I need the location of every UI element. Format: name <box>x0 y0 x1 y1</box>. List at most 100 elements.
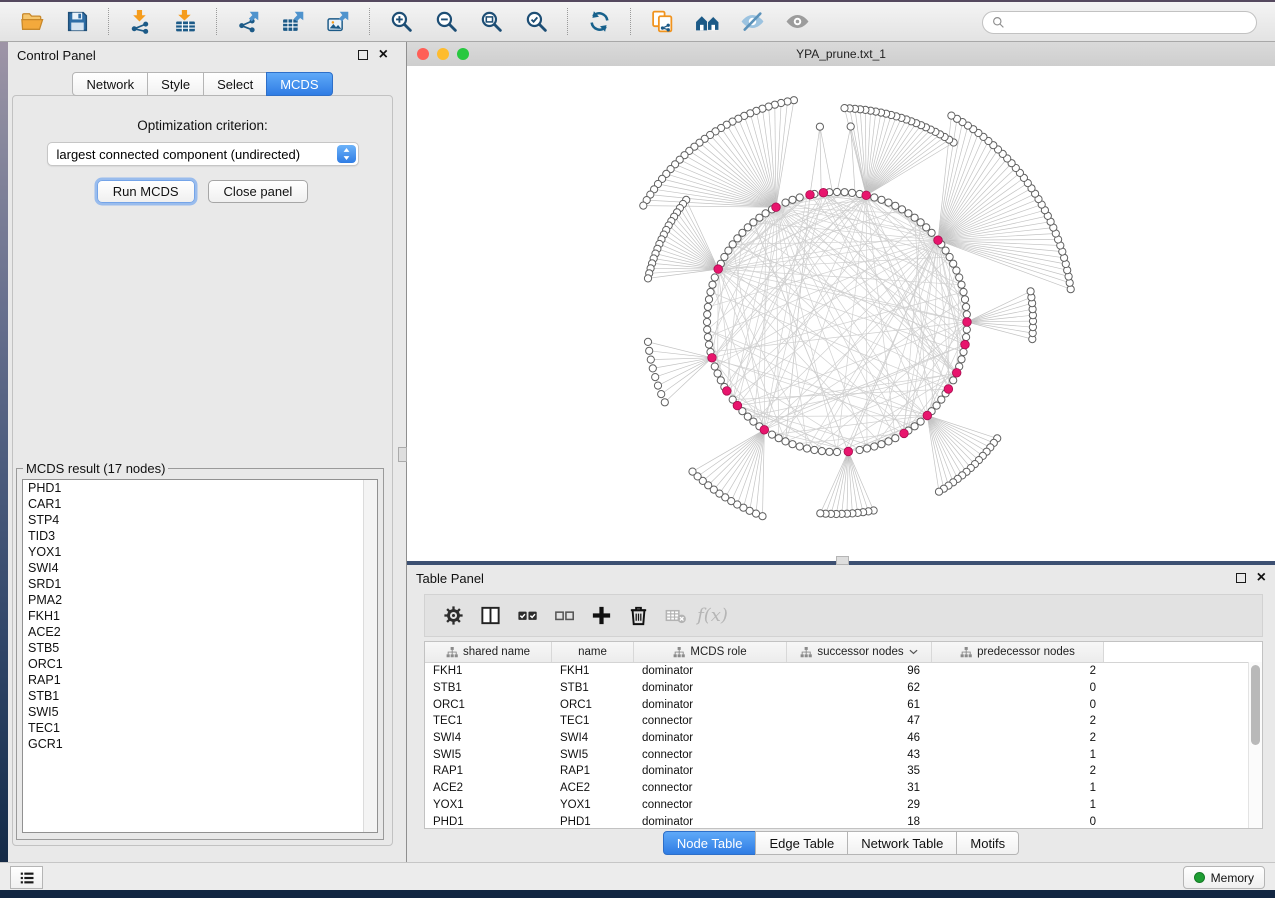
cell-successor-nodes[interactable]: 18 <box>787 816 932 828</box>
table-row[interactable]: STB1STB1dominator620 <box>425 680 1262 697</box>
cell-shared-name[interactable]: SWI4 <box>425 732 552 744</box>
cell-name[interactable]: ORC1 <box>552 699 634 711</box>
zoom-out-icon[interactable] <box>433 8 460 35</box>
delete-column-icon[interactable] <box>620 600 657 632</box>
select-all-checkbox-icon[interactable] <box>509 600 546 632</box>
column-header-name[interactable]: name <box>552 642 634 662</box>
column-header-shared-name[interactable]: shared name <box>425 642 552 662</box>
window-close-button[interactable] <box>417 48 429 60</box>
table-row[interactable]: RAP1RAP1dominator352 <box>425 763 1262 780</box>
search-field[interactable] <box>982 11 1257 34</box>
mcds-result-node[interactable]: STB5 <box>23 640 377 656</box>
tab-network-table[interactable]: Network Table <box>847 831 957 855</box>
cell-predecessor-nodes[interactable]: 2 <box>932 732 1104 744</box>
cell-name[interactable]: YOX1 <box>552 799 634 811</box>
cell-successor-nodes[interactable]: 29 <box>787 799 932 811</box>
column-header-successor-nodes[interactable]: successor nodes <box>787 642 932 662</box>
tab-style[interactable]: Style <box>147 72 204 96</box>
table-row[interactable]: ORC1ORC1dominator610 <box>425 696 1262 713</box>
cell-successor-nodes[interactable]: 31 <box>787 782 932 794</box>
cell-predecessor-nodes[interactable]: 0 <box>932 699 1104 711</box>
create-column-icon[interactable] <box>583 600 620 632</box>
mcds-result-node[interactable]: YOX1 <box>23 544 377 560</box>
cell-predecessor-nodes[interactable]: 1 <box>932 749 1104 761</box>
save-icon[interactable] <box>64 8 91 35</box>
table-row[interactable]: YOX1YOX1connector291 <box>425 797 1262 814</box>
mcds-result-node[interactable]: ORC1 <box>23 656 377 672</box>
cell-name[interactable]: SWI4 <box>552 732 634 744</box>
memory-button[interactable]: Memory <box>1183 866 1265 889</box>
network-graph[interactable] <box>407 66 1275 561</box>
cell-successor-nodes[interactable]: 46 <box>787 732 932 744</box>
duplicate-network-icon[interactable] <box>649 8 676 35</box>
cell-shared-name[interactable]: STB1 <box>425 682 552 694</box>
cell-predecessor-nodes[interactable]: 2 <box>932 665 1104 677</box>
cell-successor-nodes[interactable]: 61 <box>787 699 932 711</box>
cell-successor-nodes[interactable]: 47 <box>787 715 932 727</box>
tab-select[interactable]: Select <box>203 72 267 96</box>
cell-shared-name[interactable]: YOX1 <box>425 799 552 811</box>
network-canvas[interactable] <box>407 66 1275 561</box>
cell-predecessor-nodes[interactable]: 1 <box>932 799 1104 811</box>
cell-predecessor-nodes[interactable]: 0 <box>932 816 1104 828</box>
export-network-icon[interactable] <box>235 8 262 35</box>
mcds-result-node[interactable]: SWI5 <box>23 704 377 720</box>
mcds-result-node[interactable]: ACE2 <box>23 624 377 640</box>
mcds-result-node[interactable]: STP4 <box>23 512 377 528</box>
table-scrollbar-thumb[interactable] <box>1251 665 1260 745</box>
show-all-icon[interactable] <box>784 8 811 35</box>
cell-shared-name[interactable]: TEC1 <box>425 715 552 727</box>
task-history-button[interactable] <box>10 866 43 889</box>
search-input[interactable] <box>1011 15 1247 31</box>
mcds-result-node[interactable]: STB1 <box>23 688 377 704</box>
cell-shared-name[interactable]: RAP1 <box>425 765 552 777</box>
zoom-selected-icon[interactable] <box>523 8 550 35</box>
cell-successor-nodes[interactable]: 62 <box>787 682 932 694</box>
cell-MCDS-role[interactable]: connector <box>634 799 787 811</box>
table-scrollbar[interactable] <box>1248 662 1262 828</box>
cell-MCDS-role[interactable]: dominator <box>634 816 787 828</box>
cell-name[interactable]: FKH1 <box>552 665 634 677</box>
mcds-result-node[interactable]: TID3 <box>23 528 377 544</box>
table-row[interactable]: ACE2ACE2connector311 <box>425 780 1262 797</box>
column-header-predecessor-nodes[interactable]: predecessor nodes <box>932 642 1104 662</box>
first-neighbors-icon[interactable] <box>694 8 721 35</box>
table-row[interactable]: TEC1TEC1connector472 <box>425 713 1262 730</box>
mcds-result-node[interactable]: TEC1 <box>23 720 377 736</box>
table-row[interactable]: FKH1FKH1dominator962 <box>425 663 1262 680</box>
cell-successor-nodes[interactable]: 96 <box>787 665 932 677</box>
cell-successor-nodes[interactable]: 43 <box>787 749 932 761</box>
zoom-in-icon[interactable] <box>388 8 415 35</box>
cell-name[interactable]: PHD1 <box>552 816 634 828</box>
cell-name[interactable]: ACE2 <box>552 782 634 794</box>
tab-mcds[interactable]: MCDS <box>266 72 332 96</box>
cell-MCDS-role[interactable]: dominator <box>634 699 787 711</box>
cell-MCDS-role[interactable]: dominator <box>634 765 787 777</box>
hide-selected-icon[interactable] <box>739 8 766 35</box>
cell-MCDS-role[interactable]: connector <box>634 749 787 761</box>
open-folder-icon[interactable] <box>19 8 46 35</box>
import-table-icon[interactable] <box>172 8 199 35</box>
run-mcds-button[interactable]: Run MCDS <box>97 180 195 203</box>
export-table-icon[interactable] <box>280 8 307 35</box>
vertical-splitter-grip[interactable] <box>398 447 407 462</box>
mcds-result-node[interactable]: PMA2 <box>23 592 377 608</box>
tab-motifs[interactable]: Motifs <box>956 831 1019 855</box>
cell-name[interactable]: TEC1 <box>552 715 634 727</box>
close-panel-icon[interactable]: × <box>379 50 388 60</box>
window-zoom-button[interactable] <box>457 48 469 60</box>
tab-node-table[interactable]: Node Table <box>663 831 757 855</box>
window-minimize-button[interactable] <box>437 48 449 60</box>
cell-shared-name[interactable]: FKH1 <box>425 665 552 677</box>
import-network-icon[interactable] <box>127 8 154 35</box>
horizontal-splitter-grip[interactable] <box>836 556 849 565</box>
mcds-result-node[interactable]: SRD1 <box>23 576 377 592</box>
cell-shared-name[interactable]: PHD1 <box>425 816 552 828</box>
mcds-result-node[interactable]: SWI4 <box>23 560 377 576</box>
close-table-panel-icon[interactable]: × <box>1257 573 1266 583</box>
cell-MCDS-role[interactable]: dominator <box>634 732 787 744</box>
mcds-result-node[interactable]: PHD1 <box>23 480 377 496</box>
tab-edge-table[interactable]: Edge Table <box>755 831 848 855</box>
cell-predecessor-nodes[interactable]: 0 <box>932 682 1104 694</box>
cell-name[interactable]: STB1 <box>552 682 634 694</box>
